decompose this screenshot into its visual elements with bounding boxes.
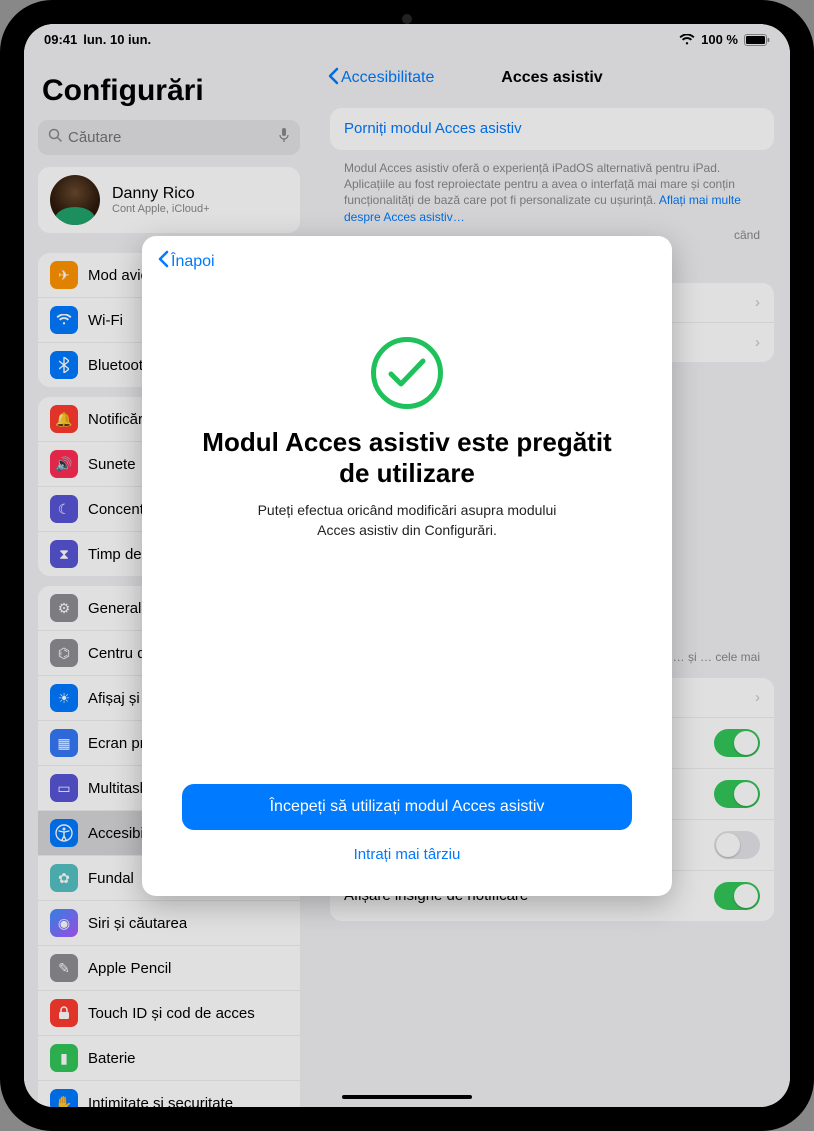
modal-description: Puteți efectua oricând modificări asupra… bbox=[247, 501, 567, 540]
chevron-left-icon bbox=[158, 250, 169, 273]
home-indicator[interactable] bbox=[342, 1095, 472, 1099]
enter-later-button[interactable]: Intrați mai târziu bbox=[354, 846, 461, 863]
checkmark-icon bbox=[371, 337, 443, 409]
modal-sheet: Înapoi Modul Acces asistiv este pregătit… bbox=[142, 236, 672, 896]
modal-back-button[interactable]: Înapoi bbox=[158, 250, 656, 273]
start-now-button[interactable]: Începeți să utilizați modul Acces asisti… bbox=[182, 784, 632, 830]
screen: 09:41 lun. 10 iun. 100 % Configurări bbox=[24, 24, 790, 1107]
ipad-device-frame: 09:41 lun. 10 iun. 100 % Configurări bbox=[0, 0, 814, 1131]
modal-title: Modul Acces asistiv este pregătit de uti… bbox=[192, 427, 622, 489]
camera-notch bbox=[402, 14, 412, 24]
